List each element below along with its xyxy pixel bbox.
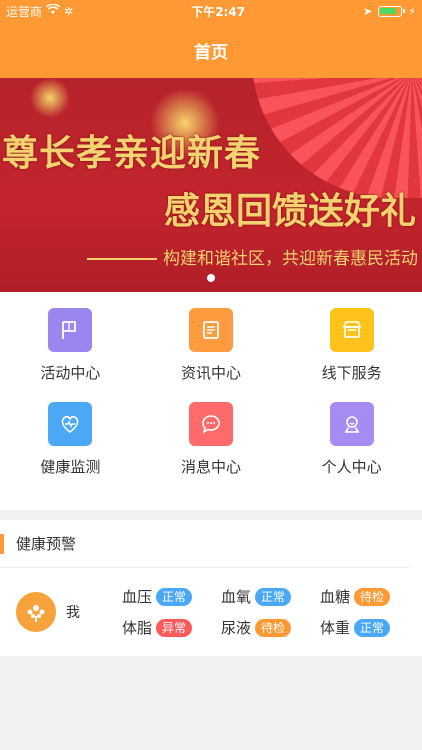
status-badge: 待检	[255, 618, 292, 637]
health-row[interactable]: 我 血压 正常 血氧 正常 血糖 待检 体脂 异常 尿液 待检 体重 正常	[0, 568, 422, 656]
status-time: 下午2:47	[191, 4, 246, 19]
banner-headline: 尊长孝亲迎新春	[2, 133, 262, 174]
menu-label: 个人中心	[321, 458, 382, 476]
metric-item[interactable]: 体重 正常	[320, 617, 419, 638]
wifi-icon	[45, 3, 61, 18]
metric-name: 血压	[122, 588, 153, 606]
carrier-label: 运营商	[6, 4, 43, 19]
status-badge: 正常	[354, 618, 391, 637]
metrics-grid: 血压 正常 血氧 正常 血糖 待检 体脂 异常 尿液 待检 体重 正常	[122, 586, 419, 638]
promo-banner[interactable]: 尊长孝亲迎新春 感恩回馈送好礼 构建和谐社区，共迎新春惠民活动	[0, 78, 422, 292]
person-icon	[329, 402, 374, 446]
avatar[interactable]	[16, 592, 56, 632]
activity-spinner-icon: ✲	[64, 4, 74, 18]
decorative-fan	[252, 78, 422, 198]
banner-caption: 构建和谐社区，共迎新春惠民活动	[87, 244, 418, 269]
carousel-indicator[interactable]	[0, 274, 422, 282]
metric-name: 血糖	[320, 588, 351, 606]
status-badge: 正常	[156, 587, 193, 606]
user-name: 我	[66, 605, 80, 621]
menu-item-messages[interactable]: 消息中心	[141, 402, 282, 496]
menu-item-offline-service[interactable]: 线下服务	[281, 308, 422, 402]
status-badge: 正常	[255, 587, 292, 606]
metric-name: 体脂	[122, 619, 153, 637]
metric-item[interactable]: 血压 正常	[122, 586, 221, 607]
menu-item-health-monitor[interactable]: 健康监测	[0, 402, 141, 496]
metric-name: 体重	[320, 619, 351, 637]
metric-item[interactable]: 体脂 异常	[122, 617, 221, 638]
menu-item-activity[interactable]: 活动中心	[0, 308, 141, 402]
menu-label: 健康监测	[40, 458, 101, 476]
store-icon	[329, 308, 374, 352]
status-badge: 待检	[354, 587, 391, 606]
status-badge: 异常	[156, 618, 193, 637]
news-icon	[188, 308, 233, 352]
charging-bolt-icon: ⚡	[408, 4, 416, 18]
feature-grid: 活动中心 资讯中心 线下服务 健康监测 消息中心 个人中心	[0, 292, 422, 510]
location-arrow-icon: ➤	[363, 4, 373, 18]
banner-subheadline: 感恩回馈送好礼	[163, 191, 416, 232]
family-tree-icon	[27, 605, 45, 622]
metric-name: 尿液	[221, 619, 252, 637]
carousel-dot[interactable]	[207, 274, 215, 282]
top-bar: 运营商 ✲ 下午2:47 ➤ ⚡ 首页	[0, 0, 422, 78]
section-title: 健康预警	[0, 520, 410, 568]
battery-icon	[378, 5, 406, 17]
status-bar: 运营商 ✲ 下午2:47 ➤ ⚡	[0, 0, 422, 22]
heart-monitor-icon	[48, 402, 93, 446]
firework-decoration	[30, 78, 70, 118]
flag-icon	[48, 308, 93, 352]
metric-name: 血氧	[221, 588, 252, 606]
chat-bubble-icon	[188, 402, 233, 446]
metric-item[interactable]: 血氧 正常	[221, 586, 320, 607]
menu-item-profile[interactable]: 个人中心	[281, 402, 422, 496]
metric-item[interactable]: 血糖 待检	[320, 586, 419, 607]
menu-item-news[interactable]: 资讯中心	[141, 308, 282, 402]
menu-label: 活动中心	[40, 364, 101, 382]
page-title: 首页	[194, 43, 228, 63]
menu-label: 消息中心	[180, 458, 241, 476]
menu-label: 线下服务	[321, 364, 382, 382]
menu-label: 资讯中心	[180, 364, 241, 382]
health-alert-panel: 健康预警 我 血压 正常 血氧 正常 血糖 待检 体脂 异常 尿液 待检 体重 正常	[0, 520, 422, 656]
metric-item[interactable]: 尿液 待检	[221, 617, 320, 638]
